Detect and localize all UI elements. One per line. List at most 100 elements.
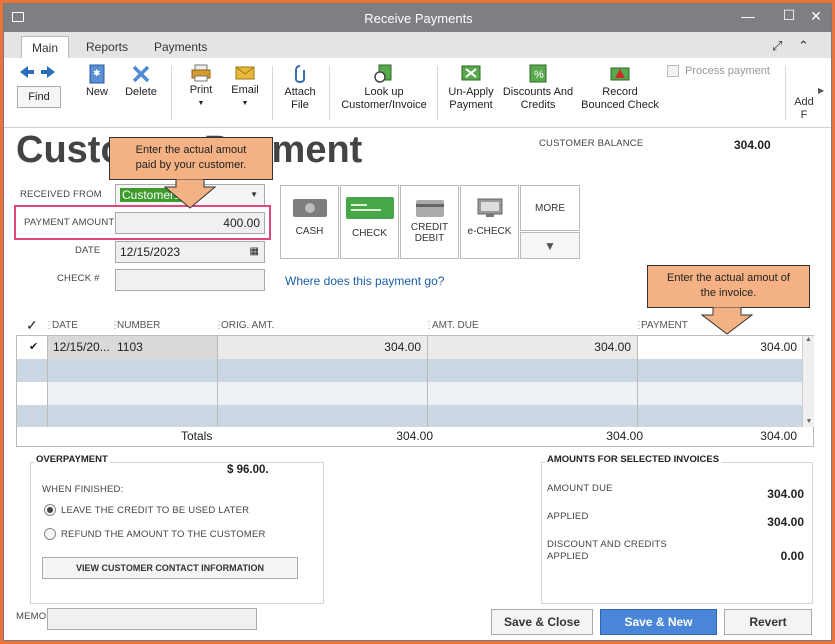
totals-orig-amt: 304.00 bbox=[396, 429, 433, 443]
row-orig-amt: 304.00 bbox=[384, 340, 421, 354]
bounced-check-icon bbox=[610, 67, 630, 81]
applied-label: APPLIED bbox=[547, 511, 589, 522]
unapply-icon bbox=[461, 65, 481, 81]
look-up-customer-invoice-button[interactable]: Look up Customer/Invoice bbox=[338, 64, 430, 112]
delete-button[interactable]: Delete bbox=[123, 64, 159, 99]
paperclip-icon bbox=[295, 65, 305, 83]
where-does-payment-go-link[interactable]: Where does this payment go? bbox=[285, 274, 444, 288]
toolbar-scroll-right-icon[interactable]: ▶ bbox=[818, 86, 824, 95]
cash-button[interactable]: CASH bbox=[280, 185, 339, 259]
save-new-button[interactable]: Save & New bbox=[600, 609, 717, 635]
payment-callout-line-1: Enter the actual amout bbox=[135, 144, 247, 156]
row-payment-input[interactable]: 304.00 bbox=[639, 336, 801, 359]
invoice-amount-callout: Enter the actual amout of the invoice. bbox=[647, 265, 810, 308]
credit-label-1: CREDIT bbox=[410, 222, 449, 233]
email-label: Email bbox=[231, 84, 259, 96]
row-date: 12/15/20... bbox=[53, 340, 110, 354]
check-number-label: CHECK # bbox=[57, 273, 100, 284]
refund-label: REFUND THE AMOUNT TO THE CUSTOMER bbox=[61, 529, 266, 540]
date-column-header[interactable]: DATE bbox=[52, 320, 78, 331]
new-button[interactable]: ✱ New bbox=[82, 64, 112, 99]
minimize-icon[interactable]: — bbox=[738, 8, 758, 24]
payment-amount-input[interactable]: 400.00 bbox=[115, 212, 265, 234]
row-amt-due: 304.00 bbox=[594, 340, 631, 354]
date-input[interactable]: 12/15/2023 ▦ bbox=[115, 241, 265, 263]
number-column-header[interactable]: NUMBER bbox=[117, 320, 160, 331]
maximize-icon[interactable]: ☐ bbox=[779, 7, 799, 24]
bounced-label-1: Record bbox=[602, 86, 638, 98]
unapply-label-2: Payment bbox=[449, 99, 493, 111]
chevron-down-icon[interactable]: ▼ bbox=[250, 185, 258, 205]
totals-row: Totals 304.00 304.00 304.00 bbox=[16, 427, 814, 447]
bounced-label-2: Bounced Check bbox=[581, 99, 659, 111]
discounts-label-1: Discounts And bbox=[502, 86, 574, 98]
email-button[interactable]: Email ▼ bbox=[228, 64, 262, 110]
credit-label-2: DEBIT bbox=[414, 233, 445, 244]
invoices-table: ✔ 12/15/20... 1103 304.00 304.00 304.00 … bbox=[16, 335, 814, 428]
invoice-callout-line-1: Enter the actual amout of bbox=[667, 272, 790, 284]
delete-icon bbox=[132, 65, 150, 83]
e-check-button[interactable]: e-CHECK bbox=[460, 185, 519, 259]
memo-input[interactable] bbox=[47, 608, 257, 630]
lookup-label-1: Look up bbox=[364, 86, 404, 98]
add-button-partial[interactable]: Add F bbox=[794, 96, 814, 122]
credit-debit-button[interactable]: CREDIT DEBIT bbox=[400, 185, 459, 259]
title-bar: Receive Payments — ☐ ✕ bbox=[4, 4, 831, 32]
payment-callout-line-2: paid by your customer. bbox=[135, 159, 247, 171]
delete-label: Delete bbox=[125, 86, 157, 98]
process-payment-checkbox[interactable] bbox=[667, 65, 679, 77]
record-bounced-check-button[interactable]: Record Bounced Check bbox=[578, 64, 662, 112]
save-close-button[interactable]: Save & Close bbox=[491, 609, 593, 635]
date-value: 12/15/2023 bbox=[120, 245, 181, 259]
expand-icon[interactable]: ⤢ bbox=[772, 38, 782, 54]
check-number-input[interactable] bbox=[115, 269, 265, 291]
attach-file-button[interactable]: Attach File bbox=[282, 64, 318, 112]
print-button[interactable]: Print ▼ bbox=[186, 64, 216, 110]
table-scrollbar[interactable]: ▲ ▼ bbox=[802, 336, 814, 427]
collapse-ribbon-icon[interactable]: ⌃ bbox=[798, 38, 809, 54]
calendar-icon[interactable]: ▦ bbox=[250, 242, 259, 262]
amt-due-column-header[interactable]: AMT. DUE bbox=[432, 320, 479, 331]
more-methods-button[interactable]: MORE bbox=[520, 185, 580, 231]
scroll-down-icon[interactable]: ▼ bbox=[803, 418, 815, 425]
leave-credit-radio[interactable] bbox=[44, 504, 56, 516]
ribbon-tabs: Main Reports Payments ⤢ ⌃ bbox=[4, 32, 831, 58]
new-label: New bbox=[85, 86, 108, 98]
discount-label-2: APPLIED bbox=[547, 551, 589, 562]
discount-value: 0.00 bbox=[780, 549, 804, 563]
check-button[interactable]: CHECK bbox=[340, 185, 399, 259]
select-all-check-icon[interactable]: ✓ bbox=[26, 317, 38, 334]
row-number: 1103 bbox=[117, 340, 143, 354]
memo-label: MEMO bbox=[16, 611, 47, 622]
more-methods-dropdown-icon[interactable]: ▼ bbox=[520, 232, 580, 259]
revert-button[interactable]: Revert bbox=[724, 609, 812, 635]
receive-payments-window: Receive Payments — ☐ ✕ Main Reports Paym… bbox=[3, 3, 832, 641]
tab-reports[interactable]: Reports bbox=[76, 36, 138, 58]
svg-text:%: % bbox=[534, 69, 544, 81]
find-button[interactable]: Find bbox=[17, 86, 61, 108]
un-apply-payment-button[interactable]: Un-Apply Payment bbox=[444, 64, 498, 112]
discount-label-1: DISCOUNT AND CREDITS bbox=[547, 539, 667, 550]
print-label: Print bbox=[189, 84, 213, 96]
scroll-up-icon[interactable]: ▲ bbox=[803, 336, 814, 343]
payment-amount-callout: Enter the actual amout paid by your cust… bbox=[109, 137, 273, 180]
payment-callout-arrow bbox=[164, 179, 216, 209]
email-icon bbox=[235, 66, 255, 80]
refund-radio[interactable] bbox=[44, 528, 56, 540]
orig-amt-column-header[interactable]: ORIG. AMT. bbox=[221, 320, 274, 331]
next-arrow-icon[interactable] bbox=[41, 66, 55, 81]
toolbar: Find ✱ New Delete Print ▼ Email ▼ Attach… bbox=[4, 58, 831, 128]
close-icon[interactable]: ✕ bbox=[806, 8, 826, 25]
tab-payments[interactable]: Payments bbox=[144, 36, 217, 58]
check-icon bbox=[345, 197, 394, 219]
payment-column-header[interactable]: PAYMENT bbox=[641, 320, 688, 331]
prev-arrow-icon[interactable] bbox=[20, 66, 34, 81]
tab-main[interactable]: Main bbox=[21, 36, 70, 58]
totals-amt-due: 304.00 bbox=[606, 429, 643, 443]
row-checkmark-icon[interactable]: ✔ bbox=[25, 336, 45, 359]
window-title: Receive Payments bbox=[364, 11, 473, 26]
view-customer-contact-button[interactable]: VIEW CUSTOMER CONTACT INFORMATION bbox=[42, 557, 298, 579]
invoice-callout-arrow bbox=[701, 307, 753, 335]
discounts-and-credits-button[interactable]: % Discounts And Credits bbox=[499, 64, 577, 112]
applied-value: 304.00 bbox=[767, 515, 804, 529]
